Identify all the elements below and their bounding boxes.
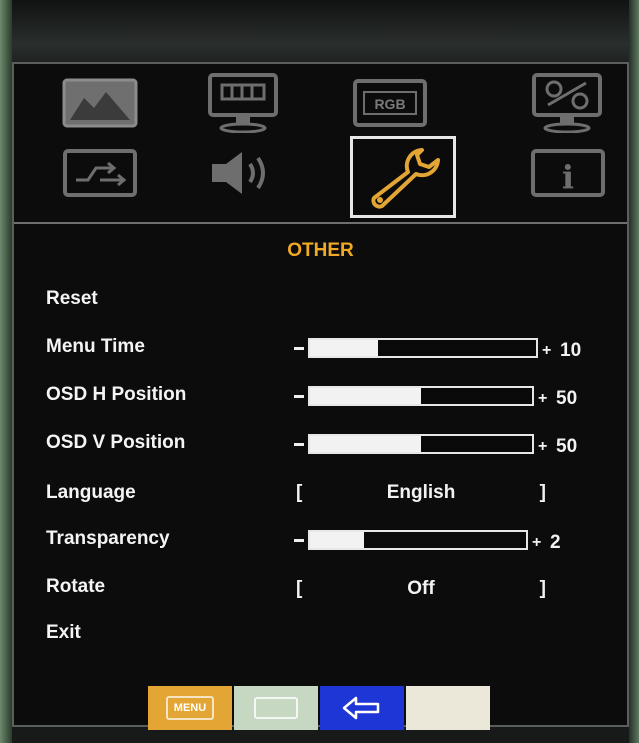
tab-rgb[interactable]: RGB <box>344 72 436 134</box>
menu-time-slider[interactable]: + 10 <box>294 338 614 361</box>
bottom-key-bar: MENU <box>148 686 490 730</box>
menu-item-osd-v-position[interactable]: OSD V Position <box>46 432 185 454</box>
speaker-icon <box>212 152 265 194</box>
tab-picture[interactable] <box>54 72 146 134</box>
info-icon-label: i <box>562 158 574 196</box>
rotate-value: Off <box>407 578 435 599</box>
rgb-icon-label: RGB <box>374 96 405 112</box>
osd-h-position-slider[interactable]: + 50 <box>294 386 614 409</box>
menu-item-rotate[interactable]: Rotate <box>46 576 105 598</box>
menu-item-osd-h-position[interactable]: OSD H Position <box>46 384 186 406</box>
transparency-value: 2 <box>550 532 561 553</box>
language-value: English <box>386 482 456 503</box>
slider-track <box>308 434 534 454</box>
menu-key-button[interactable]: MENU <box>148 686 232 730</box>
slider-minus <box>294 539 304 542</box>
slider-fill <box>310 340 378 356</box>
osd-menu: RGB i OTHER Reset Menu Time + 10 OSD H P… <box>12 62 629 727</box>
tab-information[interactable]: i <box>522 142 614 204</box>
tab-display[interactable] <box>198 72 290 134</box>
osd-v-position-slider[interactable]: + 50 <box>294 434 614 457</box>
display-icon <box>208 73 278 133</box>
input-switch-icon <box>63 149 137 197</box>
photo-edge-right <box>629 0 639 743</box>
select-key-icon <box>254 697 298 719</box>
back-arrow-icon <box>342 696 380 720</box>
menu-item-exit[interactable]: Exit <box>46 622 81 644</box>
menu-key-icon: MENU <box>165 696 215 720</box>
tab-audio[interactable] <box>198 142 290 204</box>
slider-plus: + <box>538 390 548 407</box>
menu-title: OTHER <box>287 240 354 261</box>
slider-plus: + <box>538 438 548 455</box>
slider-plus: + <box>542 342 552 359</box>
photo-edge-left <box>0 0 12 743</box>
bracket-right: ] <box>539 578 546 599</box>
slider-minus <box>294 395 304 398</box>
slider-fill <box>310 436 421 452</box>
slider-track <box>308 338 538 358</box>
info-icon: i <box>531 149 605 197</box>
percent-monitor-icon <box>532 73 602 133</box>
tab-other[interactable] <box>350 136 456 218</box>
slider-track <box>308 386 534 406</box>
osd-h-position-value: 50 <box>556 388 578 409</box>
picture-icon <box>62 78 138 128</box>
menu-item-menu-time[interactable]: Menu Time <box>46 336 145 358</box>
bracket-right: ] <box>539 482 546 503</box>
slider-minus <box>294 347 304 350</box>
wrench-icon <box>371 148 440 209</box>
menu-time-value: 10 <box>560 340 582 361</box>
transparency-slider[interactable]: + 2 <box>294 530 614 553</box>
blank-key-button[interactable] <box>406 686 490 730</box>
back-key-button[interactable] <box>320 686 404 730</box>
tab-row-top: RGB <box>14 72 627 142</box>
tab-row-bottom: i <box>14 136 627 218</box>
slider-minus <box>294 443 304 446</box>
slider-plus: + <box>532 534 542 551</box>
menu-item-reset[interactable]: Reset <box>46 288 98 310</box>
tab-scaling[interactable] <box>522 72 614 134</box>
menu-item-transparency[interactable]: Transparency <box>46 528 170 550</box>
rgb-icon: RGB <box>353 79 427 127</box>
slider-track <box>308 530 528 550</box>
menu-item-language[interactable]: Language <box>46 482 136 504</box>
slider-fill <box>310 532 364 548</box>
osd-v-position-value: 50 <box>556 436 578 457</box>
tabs-divider <box>14 222 627 224</box>
slider-fill <box>310 388 421 404</box>
tab-input[interactable] <box>54 142 146 204</box>
select-key-button[interactable] <box>234 686 318 730</box>
